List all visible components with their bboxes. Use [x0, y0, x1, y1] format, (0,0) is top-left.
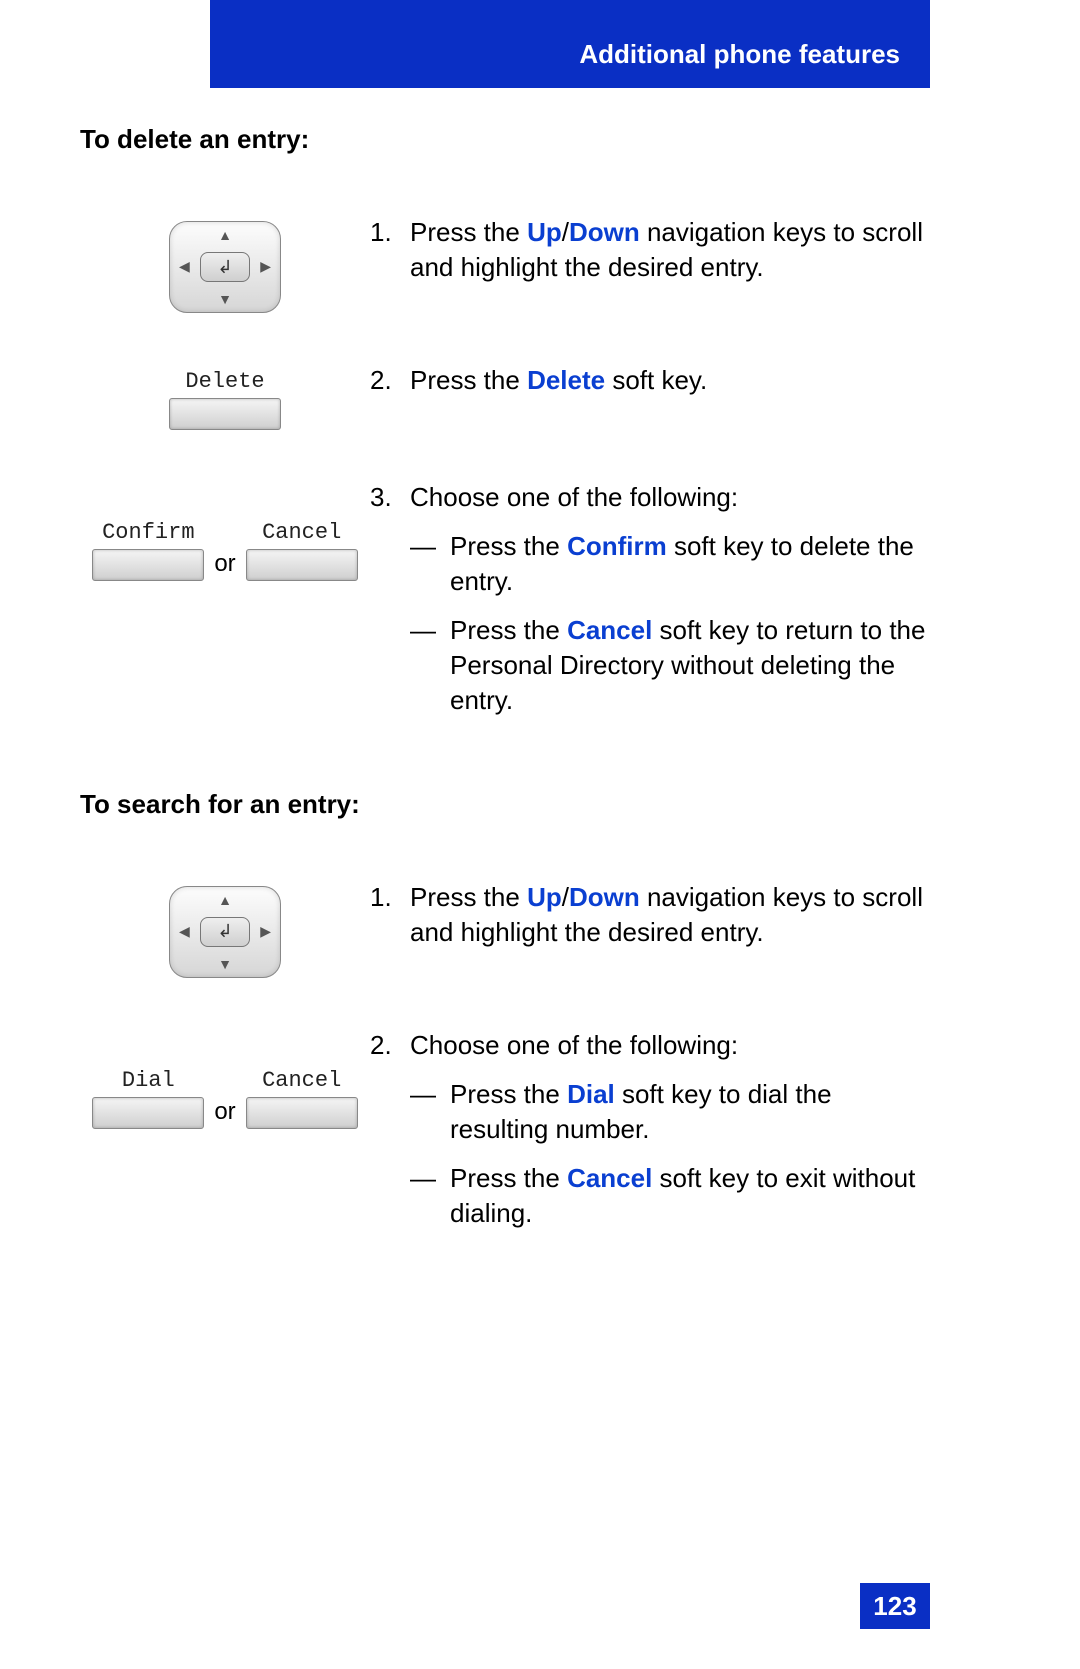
step-row: Dial or Cancel 2. Choose one of the foll…	[80, 1028, 930, 1231]
softkey-button-icon	[92, 549, 204, 581]
page-header: Additional phone features	[210, 0, 930, 88]
enter-key-icon: ↲	[200, 252, 250, 282]
arrow-right-icon: ▶	[260, 258, 271, 275]
step-body: Choose one of the following:	[410, 480, 930, 515]
arrow-up-icon: ▲	[170, 227, 280, 243]
or-label: or	[214, 550, 235, 578]
softkey-graphic: Cancel	[246, 520, 358, 581]
page-number: 123	[860, 1583, 930, 1629]
sub-step-body: Press the Cancel soft key to return to t…	[450, 613, 930, 718]
step-number: 1.	[370, 880, 410, 950]
softkey-graphic: Cancel	[246, 1068, 358, 1129]
arrow-down-icon: ▼	[170, 291, 280, 307]
step-row: ▲ ▼ ◀ ▶ ↲ 1. Press the Up/Down navigatio…	[80, 880, 930, 978]
up-key-label: Up	[527, 882, 562, 912]
section-title-search: To search for an entry:	[80, 789, 930, 820]
step-row: Delete 2. Press the Delete soft key.	[80, 363, 930, 430]
enter-key-icon: ↲	[200, 917, 250, 947]
up-key-label: Up	[527, 217, 562, 247]
sub-step-body: Press the Dial soft key to dial the resu…	[450, 1077, 930, 1147]
icon-column: Confirm or Cancel	[80, 480, 370, 581]
softkey-label: Cancel	[262, 520, 341, 545]
dash-bullet: —	[410, 1077, 450, 1147]
step-text: 2. Choose one of the following: — Press …	[370, 1028, 930, 1231]
arrow-left-icon: ◀	[179, 923, 190, 940]
cancel-key-label: Cancel	[567, 615, 652, 645]
dash-bullet: —	[410, 1161, 450, 1231]
nav-key-icon: ▲ ▼ ◀ ▶ ↲	[169, 886, 281, 978]
arrow-down-icon: ▼	[170, 956, 280, 972]
step-body: Press the Up/Down navigation keys to scr…	[410, 880, 930, 950]
step-body: Choose one of the following:	[410, 1028, 930, 1063]
icon-column: Dial or Cancel	[80, 1028, 370, 1129]
step-text: 3. Choose one of the following: — Press …	[370, 480, 930, 719]
step-text: 2. Press the Delete soft key.	[370, 363, 930, 398]
dash-bullet: —	[410, 613, 450, 718]
arrow-up-icon: ▲	[170, 892, 280, 908]
down-key-label: Down	[569, 882, 640, 912]
step-text: 1. Press the Up/Down navigation keys to …	[370, 880, 930, 950]
step-row: ▲ ▼ ◀ ▶ ↲ 1. Press the Up/Down navigatio…	[80, 215, 930, 313]
step-body: Press the Up/Down navigation keys to scr…	[410, 215, 930, 285]
sub-step-body: Press the Cancel soft key to exit withou…	[450, 1161, 930, 1231]
step-text: 1. Press the Up/Down navigation keys to …	[370, 215, 930, 285]
sub-step: — Press the Dial soft key to dial the re…	[370, 1077, 930, 1147]
section-title-delete: To delete an entry:	[80, 124, 930, 155]
icon-column: Delete	[80, 363, 370, 430]
sub-step: — Press the Cancel soft key to exit with…	[370, 1161, 930, 1231]
softkey-graphic: Confirm	[92, 520, 204, 581]
softkey-label: Cancel	[262, 1068, 341, 1093]
softkey-label: Confirm	[102, 520, 194, 545]
step-number: 2.	[370, 363, 410, 398]
delete-key-label: Delete	[527, 365, 605, 395]
softkey-label: Dial	[122, 1068, 175, 1093]
step-number: 3.	[370, 480, 410, 515]
softkey-pair-graphic: Dial or Cancel	[92, 1068, 357, 1129]
step-number: 1.	[370, 215, 410, 285]
icon-column: ▲ ▼ ◀ ▶ ↲	[80, 880, 370, 978]
softkey-button-icon	[246, 549, 358, 581]
arrow-right-icon: ▶	[260, 923, 271, 940]
softkey-label: Delete	[185, 369, 264, 394]
nav-key-icon: ▲ ▼ ◀ ▶ ↲	[169, 221, 281, 313]
step-body: Press the Delete soft key.	[410, 363, 930, 398]
softkey-pair-graphic: Confirm or Cancel	[92, 520, 357, 581]
down-key-label: Down	[569, 217, 640, 247]
dash-bullet: —	[410, 529, 450, 599]
softkey-button-icon	[92, 1097, 204, 1129]
arrow-left-icon: ◀	[179, 258, 190, 275]
sub-step: — Press the Cancel soft key to return to…	[370, 613, 930, 718]
confirm-key-label: Confirm	[567, 531, 667, 561]
softkey-button-icon	[246, 1097, 358, 1129]
header-title: Additional phone features	[579, 39, 900, 70]
softkey-graphic: Dial	[92, 1068, 204, 1129]
sub-step: — Press the Confirm soft key to delete t…	[370, 529, 930, 599]
softkey-graphic: Delete	[169, 369, 281, 430]
page-content: To delete an entry: ▲ ▼ ◀ ▶ ↲ 1. Press t…	[80, 110, 930, 1281]
step-row: Confirm or Cancel 3. Choose one of the f…	[80, 480, 930, 719]
softkey-button-icon	[169, 398, 281, 430]
cancel-key-label: Cancel	[567, 1163, 652, 1193]
or-label: or	[214, 1098, 235, 1126]
sub-step-body: Press the Confirm soft key to delete the…	[450, 529, 930, 599]
icon-column: ▲ ▼ ◀ ▶ ↲	[80, 215, 370, 313]
dial-key-label: Dial	[567, 1079, 615, 1109]
step-number: 2.	[370, 1028, 410, 1063]
